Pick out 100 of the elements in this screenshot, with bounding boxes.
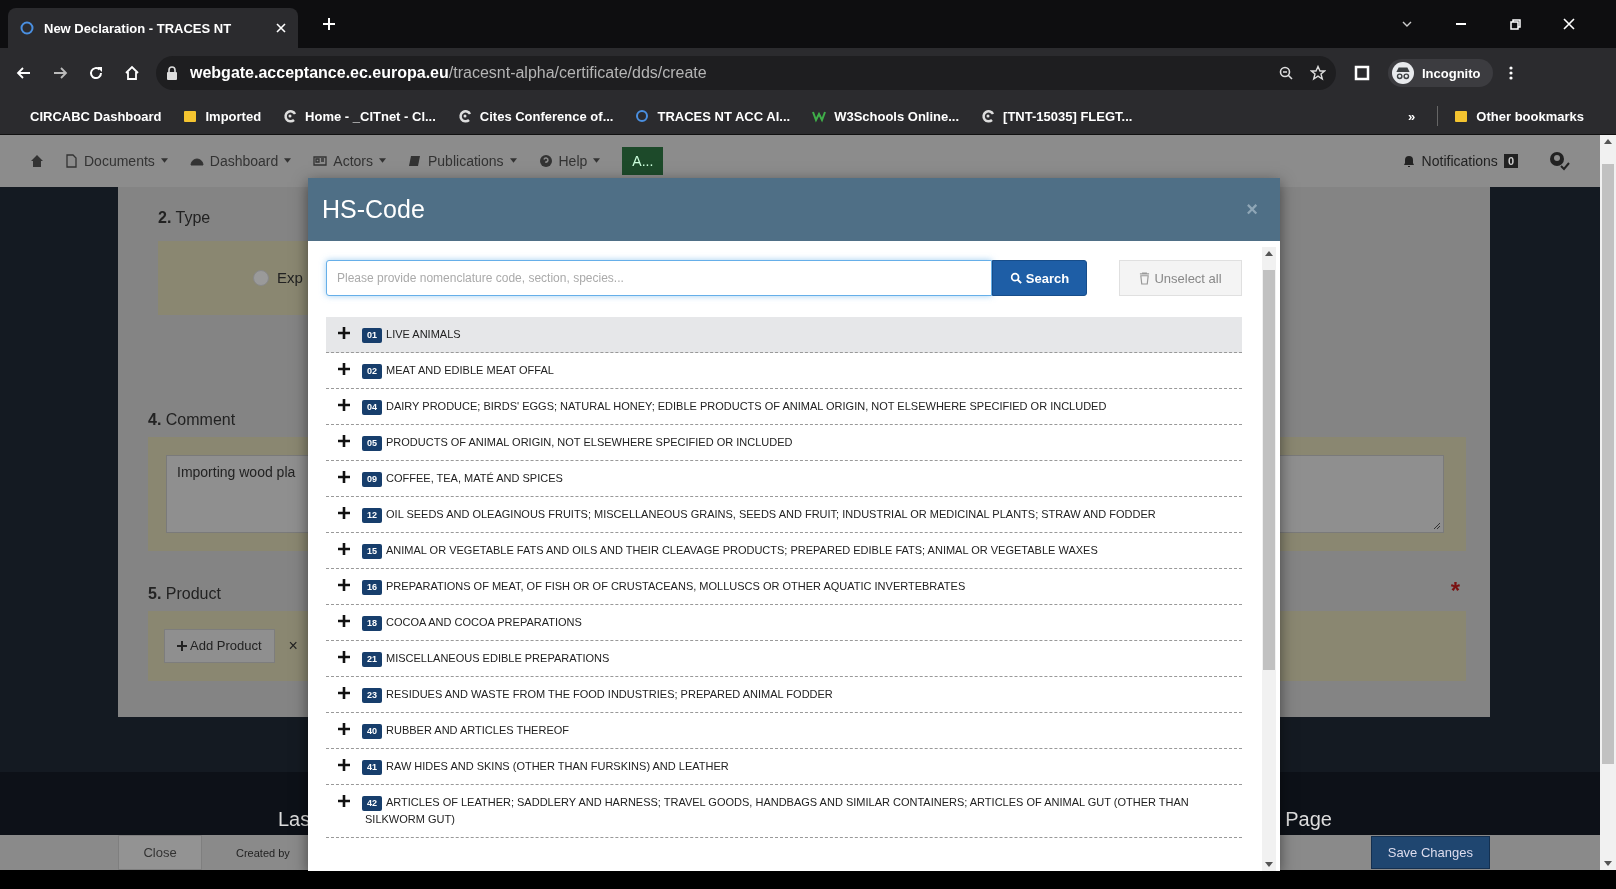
dialog-title: HS-Code: [322, 195, 426, 224]
bookmark[interactable]: TRACES NT ACC Al...: [635, 108, 791, 124]
scroll-down-icon[interactable]: [1604, 861, 1612, 866]
menu-item[interactable]: Actors: [313, 152, 386, 169]
expand-icon[interactable]: [338, 759, 350, 771]
option-label: Exp: [277, 269, 303, 287]
user-icon[interactable]: [1548, 150, 1570, 171]
add-product-button[interactable]: Add Product: [164, 628, 275, 663]
hs-code-row[interactable]: 41 RAW HIDES AND SKINS (OTHER THAN FURSKINS) AND LEATHER: [326, 749, 1242, 785]
help-icon: [538, 153, 553, 168]
expand-icon[interactable]: [338, 507, 350, 519]
expand-icon[interactable]: [338, 543, 350, 555]
bookmark[interactable]: Cites Conference of...: [457, 108, 614, 124]
reload-icon[interactable]: [88, 65, 104, 81]
notifications-link[interactable]: Notifications 0: [1401, 152, 1518, 169]
hs-code-row[interactable]: 42 ARTICLES OF LEATHER; SADDLERY AND HARNESS; TRAVEL GOODS, HANDBAGS AND SIMILAR CONTAINERS; ARTICLES OF ANIMAL GUT (OTHER THAN SILKWORM GUT): [326, 785, 1242, 838]
hs-code-row[interactable]: 16 PREPARATIONS OF MEAT, OF FISH OR OF CRUSTACEANS, MOLLUSCS OR OTHER AQUATIC INVERTEBRATES: [326, 569, 1242, 605]
hs-code-row[interactable]: 01 LIVE ANIMALS: [326, 317, 1242, 353]
more-bookmarks-button[interactable]: »: [1408, 108, 1416, 124]
remove-button[interactable]: ×: [288, 636, 298, 655]
menu-button[interactable]: A...: [622, 146, 664, 175]
menu-item[interactable]: Documents: [64, 152, 168, 169]
document-icon: [64, 153, 78, 168]
swirl-icon: [283, 109, 298, 123]
bookmark[interactable]: Other bookmarks: [1454, 108, 1584, 124]
plus-icon: [177, 640, 187, 651]
close-icon[interactable]: [1562, 17, 1576, 31]
search-field[interactable]: Please provide nomenclature code, section, species...: [326, 260, 992, 296]
bookmark[interactable]: [TNT-15035] FLEGT...: [981, 108, 1133, 124]
expand-icon[interactable]: [338, 435, 350, 447]
expand-icon[interactable]: [338, 687, 350, 699]
restore-icon[interactable]: [1508, 17, 1522, 31]
expand-icon[interactable]: [338, 579, 350, 591]
swirl-icon: [457, 109, 472, 123]
bookmark[interactable]: W3Schools Online...: [812, 108, 960, 124]
scrollbar[interactable]: [1262, 247, 1276, 871]
scroll-up-icon[interactable]: [1604, 139, 1612, 144]
caret-icon: [284, 158, 292, 164]
expand-icon[interactable]: [338, 327, 350, 339]
save-changes-button[interactable]: Save Changes: [1370, 836, 1490, 869]
required-mark: *: [1450, 578, 1460, 603]
section-label: 5. Product: [148, 584, 221, 603]
scrollbar[interactable]: [1600, 135, 1616, 870]
profile-chip[interactable]: Incognito: [1388, 59, 1493, 87]
caret-icon: [379, 158, 386, 164]
bookmark[interactable]: Home - _CITnet - Cl...: [283, 108, 436, 124]
id-card-icon: [313, 153, 328, 168]
scroll-down-icon[interactable]: [1265, 862, 1273, 867]
zigzag-icon: [812, 109, 827, 123]
square-icon[interactable]: [1354, 65, 1370, 81]
zoom-icon[interactable]: [1278, 65, 1294, 81]
menu-item[interactable]: Dashboard: [189, 152, 292, 169]
forward-icon[interactable]: [52, 65, 68, 81]
hs-code-row[interactable]: 15 ANIMAL OR VEGETABLE FATS AND OILS AND THEIR CLEAVAGE PRODUCTS; PREPARED EDIBLE FATS; ANIMAL OR VEGETABLE WAXES: [326, 533, 1242, 569]
search-icon: [1009, 272, 1022, 284]
ring-icon: [635, 109, 650, 123]
close-icon[interactable]: [276, 23, 286, 33]
hs-code-row[interactable]: 40 RUBBER AND ARTICLES THEREOF: [326, 713, 1242, 749]
hs-code-row[interactable]: 05 PRODUCTS OF ANIMAL ORIGIN, NOT ELSEWHERE SPECIFIED OR INCLUDED: [326, 425, 1242, 461]
hs-code-row[interactable]: 02 MEAT AND EDIBLE MEAT OFFAL: [326, 353, 1242, 389]
lock-icon: [166, 66, 178, 80]
radio-button[interactable]: [253, 269, 269, 286]
expand-icon[interactable]: [338, 363, 350, 375]
caret-icon: [509, 158, 517, 164]
back-icon[interactable]: [16, 65, 32, 81]
address-field[interactable]: webgate.acceptance.ec.europa.eu/tracesnt-alpha/certificate/dds/create: [156, 56, 1336, 90]
hs-code-row[interactable]: 09 COFFEE, TEA, MATÉ AND SPICES: [326, 461, 1242, 497]
expand-icon[interactable]: [338, 795, 350, 807]
caret-icon: [160, 158, 168, 164]
resize-handle-icon[interactable]: [1433, 521, 1441, 530]
close-button[interactable]: Close: [118, 835, 202, 870]
folder-icon: [183, 109, 198, 123]
hs-code-row[interactable]: 04 DAIRY PRODUCE; BIRDS' EGGS; NATURAL HONEY; EDIBLE PRODUCTS OF ANIMAL ORIGIN, NOT ELSEWHERE SPECIFIED OR INCLUDED: [326, 389, 1242, 425]
section-label: 4. Comment: [148, 410, 236, 429]
expand-icon[interactable]: [338, 651, 350, 663]
section-label: 2. Type: [158, 208, 211, 227]
footer-text: Page: [1285, 808, 1332, 831]
menu-item[interactable]: Help: [538, 152, 601, 169]
bookmark[interactable]: Imported: [183, 108, 262, 124]
hs-code-row[interactable]: 23 RESIDUES AND WASTE FROM THE FOOD INDUSTRIES; PREPARED ANIMAL FODDER: [326, 677, 1242, 713]
created-by-text: Created by: [236, 846, 290, 859]
bookmark[interactable]: CIRCABC Dashboard: [30, 108, 162, 124]
hs-code-row[interactable]: 12 OIL SEEDS AND OLEAGINOUS FRUITS; MISCELLANEOUS GRAINS, SEEDS AND FRUIT; INDUSTRIAL OR MEDICINAL PLANTS; STRAW AND FODDER: [326, 497, 1242, 533]
expand-icon[interactable]: [338, 471, 350, 483]
expand-icon[interactable]: [338, 615, 350, 627]
trash-icon: [1139, 271, 1151, 285]
menu-item[interactable]: Publications: [408, 152, 517, 169]
hs-code-row[interactable]: 18 COCOA AND COCOA PREPARATIONS: [326, 605, 1242, 641]
bell-icon: [1401, 153, 1416, 168]
swirl-icon: [981, 109, 996, 123]
star-icon[interactable]: [1310, 65, 1326, 81]
home-icon[interactable]: [124, 65, 140, 81]
expand-icon[interactable]: [338, 723, 350, 735]
hs-code-row[interactable]: 21 MISCELLANEOUS EDIBLE PREPARATIONS: [326, 641, 1242, 677]
scroll-up-icon[interactable]: [1265, 251, 1273, 256]
browser-tab[interactable]: New Declaration - TRACES NT: [8, 8, 298, 48]
search-button[interactable]: Search: [992, 260, 1087, 296]
expand-icon[interactable]: [338, 399, 350, 411]
incognito-icon: [1392, 62, 1414, 84]
new-tab-icon[interactable]: [322, 17, 336, 31]
